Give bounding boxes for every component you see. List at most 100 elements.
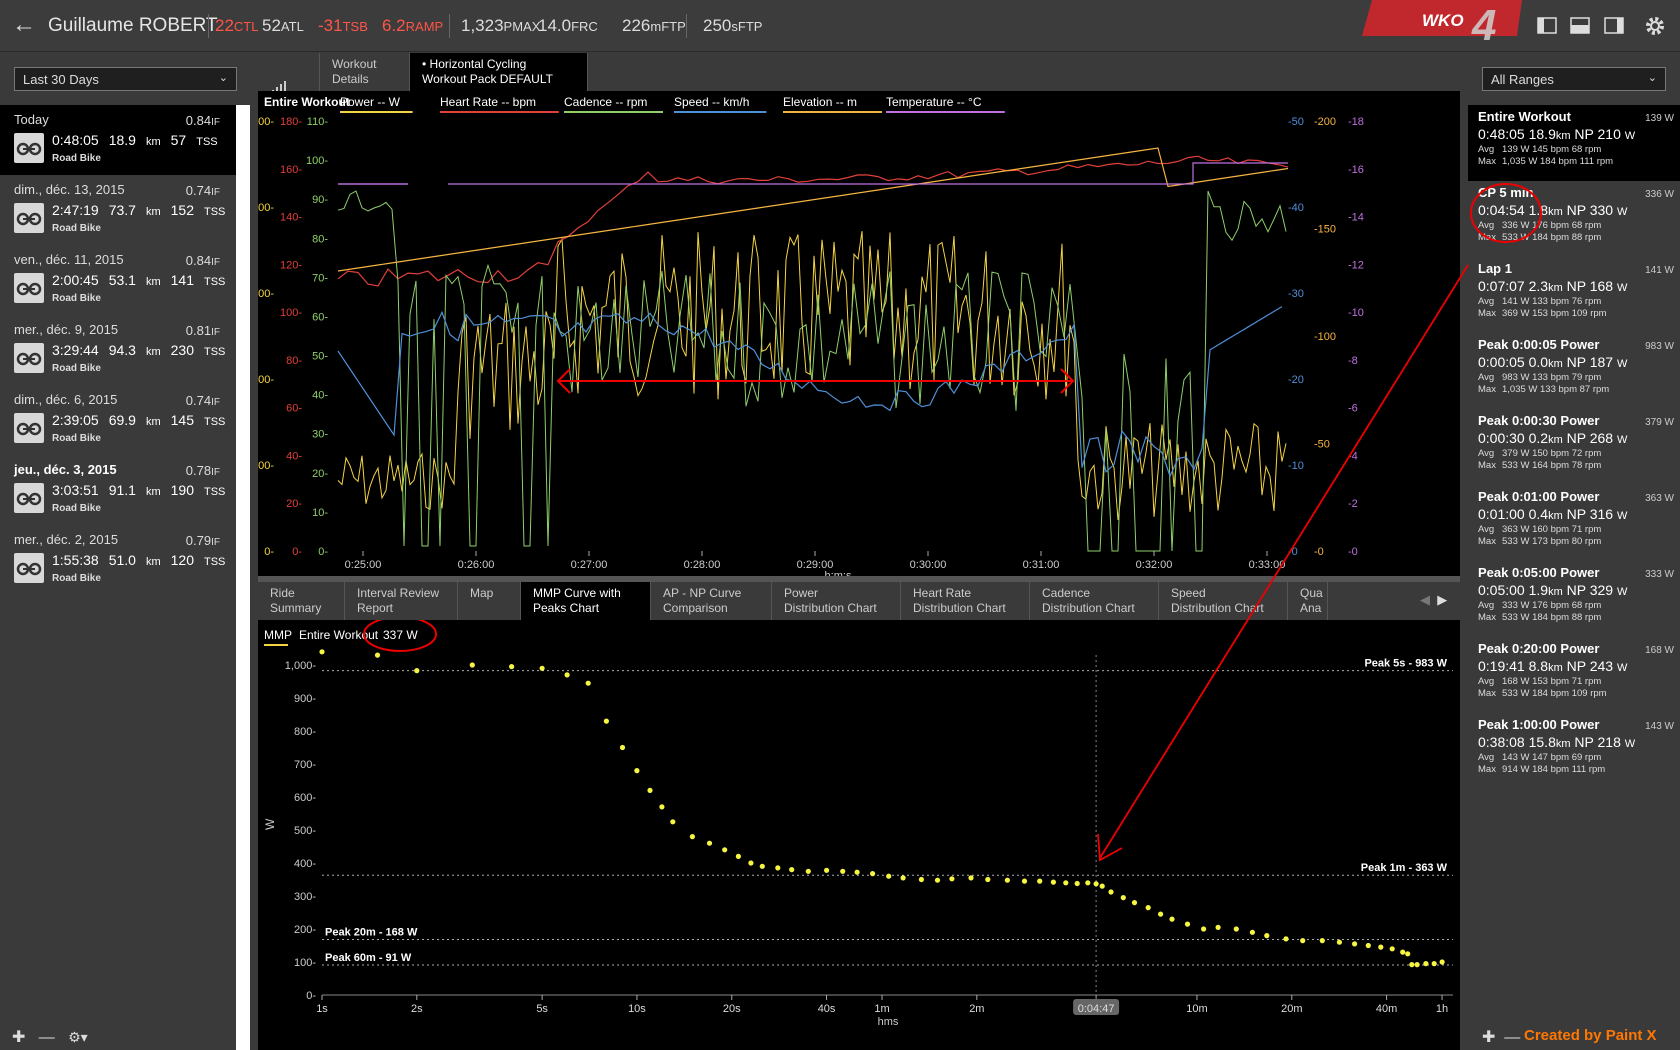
workout-list-item[interactable]: mer., déc. 9, 2015 0.81IF 3:29:44 94.3 km 230… [0,315,236,385]
lap-item[interactable]: CP 5 min 336 W 0:04:54 1.8km NP 330 W Avg 33… [1468,181,1680,257]
legend-item[interactable]: Elevation -- m [783,95,882,113]
workout-if: 0.79IF [185,533,220,548]
scroll-left-icon[interactable]: ◀ [1420,592,1430,607]
left-scrollbar[interactable] [236,105,250,1050]
right-toolbar: ✚ — [1482,1027,1520,1047]
metric-ramp[interactable]: 6.2RAMP [382,16,443,36]
tab-horizontal-cycling[interactable]: • Horizontal Cycling Workout Pack DEFAUL… [410,53,588,91]
tab-scroll-arrows[interactable]: ◀ ▶ [1420,592,1447,608]
metric-ctl[interactable]: 22CTL [215,16,258,36]
lap-max-row: Max 533 W 184 bpm 109 rpm [1478,688,1607,699]
lap-max-row: Max 1,035 W 133 bpm 87 rpm [1478,384,1610,395]
back-arrow-icon[interactable]: ← [12,13,36,37]
workout-chart[interactable]: Entire Workout Power -- W Heart Rate -- bp… [252,91,1460,582]
lap-summary: 0:00:05 0.0km NP 187 W [1478,354,1628,370]
lap-item[interactable]: Peak 0:01:00 Power 363 W 0:01:00 0.4km NP … [1468,485,1680,561]
remove-icon[interactable]: — [1504,1029,1520,1046]
lap-summary: 0:04:54 1.8km NP 330 W [1478,202,1628,218]
wko4-logo: WKO 4 [1362,0,1522,40]
metric-atl[interactable]: 52ATL [262,16,304,36]
lap-item[interactable]: Peak 0:00:05 Power 983 W 0:00:05 0.0km NP … [1468,333,1680,409]
lap-item[interactable]: Peak 0:20:00 Power 168 W 0:19:41 8.8km NP … [1468,637,1680,713]
legend-item[interactable]: Temperature -- °C [886,95,1005,113]
y-tick: 800- [294,726,316,738]
axis-tick: -30 [1288,288,1304,300]
y-tick: 0- [306,990,316,1002]
mmp-point [1074,880,1080,887]
mmp-point [1405,951,1411,957]
lap-item[interactable]: Peak 0:05:00 Power 333 W 0:05:00 1.9km NP … [1468,561,1680,637]
legend-item[interactable]: Power -- W [340,95,413,113]
bottom-tab-4[interactable]: AP - NP Curve Comparison [651,582,772,620]
lap-max-row: Max 914 W 184 bpm 111 rpm [1478,764,1606,775]
left-panel-toggle-icon[interactable] [1537,17,1557,34]
mmp-point [539,665,545,671]
bottom-panel-toggle-icon[interactable] [1570,17,1590,34]
bottom-tab-9[interactable]: Qua Ana [1288,582,1328,620]
range-select[interactable]: All Ranges ⌄ [1482,67,1666,91]
chevron-down-icon: ⌄ [218,72,228,84]
mmp-point [689,834,695,840]
top-bar: ← Guillaume ROBERT 22CTL 52ATL -31TSB 6.2RA… [0,0,1680,52]
tab-workout-details[interactable]: Workout Details [320,53,410,91]
bottom-tab-0[interactable]: Ride Summary [258,582,345,620]
legend-item[interactable]: Speed -- km/h [674,95,767,113]
mmp-point [748,860,754,866]
metric-tsb[interactable]: -31TSB [318,16,368,36]
workout-list-item[interactable]: jeu., déc. 3, 2015 0.78IF 3:03:51 91.1 km 190… [0,455,236,525]
lap-item[interactable]: Lap 1 141 W 0:07:07 2.3km NP 168 W Avg 141 W… [1468,257,1680,333]
remove-icon[interactable]: — [39,1029,55,1046]
mmp-point [634,768,640,774]
workout-list-item[interactable]: Today 0.84IF 0:48:05 18.9 km 57 TSS Road Bike [0,105,236,175]
right-panel-toggle-icon[interactable] [1604,17,1624,34]
mmp-point [934,877,941,883]
workout-list-item[interactable]: ven., déc. 11, 2015 0.84IF 2:00:45 53.1 km 14… [0,245,236,315]
metric-mftp[interactable]: 226mFTP [622,16,686,36]
date-range-select[interactable]: Last 30 Days ⌄ [14,67,237,91]
bottom-tab-5[interactable]: Power Distribution Chart [772,582,901,620]
metric-sftp[interactable]: 250sFTP [703,16,762,36]
lap-item[interactable]: Peak 0:00:30 Power 379 W 0:00:30 0.2km NP … [1468,409,1680,485]
axis-tick: 180- [280,116,302,128]
lap-item[interactable]: Entire Workout 139 W 0:48:05 18.9km NP 210… [1468,105,1680,181]
metric-frc[interactable]: 14.0FRC [538,16,598,36]
bottom-tab-3[interactable]: MMP Curve with Peaks Chart [521,582,651,620]
scroll-right-icon[interactable]: ▶ [1430,592,1447,607]
legend-value: 337 W [383,628,418,642]
bottom-tab-7[interactable]: Cadence Distribution Chart [1030,582,1159,620]
mmp-point [659,804,665,810]
mmp-point [1201,926,1207,932]
bottom-tab-6[interactable]: Heart Rate Distribution Chart [901,582,1030,620]
x-tick: 20s [723,1003,741,1015]
workout-if: 0.84IF [185,113,220,128]
add-icon[interactable]: ✚ [12,1029,25,1046]
bottom-tab-1[interactable]: Interval Review Report [345,582,458,620]
x-tick: 1h [1436,1003,1448,1015]
workout-list-item[interactable]: mer., déc. 2, 2015 0.79IF 1:55:38 51.0 km 120… [0,525,236,595]
legend-item[interactable]: Heart Rate -- bpm [440,95,559,113]
add-icon[interactable]: ✚ [1482,1029,1495,1046]
gear-icon[interactable] [1644,15,1666,37]
workout-list-item[interactable]: dim., déc. 6, 2015 0.74IF 2:39:05 69.9 km 145… [0,385,236,455]
bottom-tab-2[interactable]: Map [458,582,521,620]
mmp-point [706,840,713,846]
mmp-chart-svg[interactable]: MMP Entire Workout 337 W1,000-900-800-700-… [258,616,1460,1050]
workout-chart-svg[interactable]: Entire WorkoutPower -- W Heart Rate -- bp… [252,91,1460,582]
settings-gear-icon[interactable]: ⚙▾ [68,1029,88,1045]
lap-summary: 0:38:08 15.8km NP 218 W [1478,734,1636,750]
workout-distance: 91.1 km [108,482,161,498]
bottom-tab-8[interactable]: Speed Distribution Chart [1159,582,1288,620]
mmp-point [469,662,475,668]
lap-name: Peak 1:00:00 Power [1478,717,1600,732]
peak-label: Peak 1m - 363 W [1361,862,1448,874]
legend-item[interactable]: Cadence -- rpm [564,95,663,113]
metric-pmax[interactable]: 1,323PMAX [461,16,540,36]
legend-item[interactable]: Entire Workout [264,95,350,109]
lap-item[interactable]: Peak 1:00:00 Power 143 W 0:38:08 15.8km NP… [1468,713,1680,789]
axis-tick: -20 [1288,374,1304,386]
mmp-point [1184,921,1191,927]
mmp-chart[interactable]: MMP Entire Workout 337 W 1,000- 900- 800- 700-… [258,616,1460,1050]
workout-list-item[interactable]: dim., déc. 13, 2015 0.74IF 2:47:19 73.7 km 15… [0,175,236,245]
lap-avg-power: 139 W [1645,113,1674,124]
chart-toggle-tab[interactable] [258,53,320,95]
